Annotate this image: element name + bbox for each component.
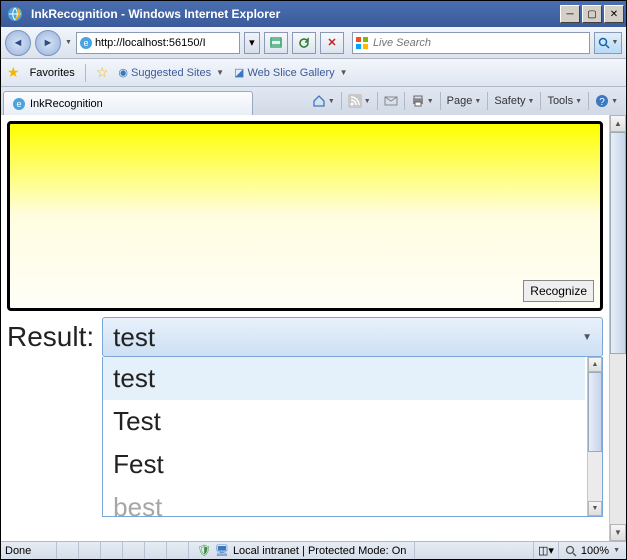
list-item[interactable]: test: [103, 357, 585, 400]
page-content: Recognize Result: test ▼ test Test Fest …: [1, 115, 609, 541]
result-listbox: test Test Fest best ▲ ▼: [102, 357, 603, 517]
tab-title: InkRecognition: [30, 98, 103, 110]
client-area: Recognize Result: test ▼ test Test Fest …: [1, 115, 626, 541]
minimize-button[interactable]: ─: [560, 5, 580, 23]
scroll-thumb[interactable]: [588, 372, 602, 452]
list-item[interactable]: Test: [103, 400, 585, 443]
rss-icon: [348, 94, 362, 108]
search-bar[interactable]: [352, 32, 590, 54]
svg-text:e: e: [83, 38, 88, 48]
list-item[interactable]: best: [103, 486, 585, 517]
back-button[interactable]: ◄: [5, 30, 31, 56]
status-bar: Done 🛡 🖥 Local intranet | Protected Mode…: [1, 541, 626, 559]
page-scrollbar[interactable]: ▲ ▼: [609, 115, 626, 541]
command-bar: ▼ ▼ ▼ Page▼ Safety▼ Tools▼ ?▼: [304, 87, 626, 115]
tab-icon: e: [12, 97, 26, 111]
globe-icon: 🖥: [215, 544, 229, 557]
ink-canvas[interactable]: Recognize: [7, 121, 603, 311]
address-bar[interactable]: e: [76, 32, 240, 54]
add-favorite-icon[interactable]: ☆: [96, 64, 109, 81]
help-icon: ?: [595, 94, 609, 108]
nav-bar: ◄ ► ▼ e ▾ ✕ ▼: [1, 27, 626, 59]
page-icon: e: [79, 36, 93, 50]
home-button[interactable]: ▼: [308, 90, 339, 112]
print-button[interactable]: ▼: [407, 90, 438, 112]
refresh-button[interactable]: [292, 32, 316, 54]
window-titlebar: InkRecognition - Windows Internet Explor…: [1, 1, 626, 27]
search-icon: [598, 37, 610, 49]
scroll-up-icon[interactable]: ▲: [610, 115, 626, 132]
nav-history-chevron[interactable]: ▼: [65, 39, 72, 46]
scroll-thumb[interactable]: [610, 132, 626, 354]
print-icon: [411, 94, 425, 108]
site-icon: ◉: [118, 66, 128, 79]
forward-button[interactable]: ►: [35, 30, 61, 56]
listbox-scrollbar[interactable]: ▲ ▼: [587, 357, 602, 516]
close-button[interactable]: ✕: [604, 5, 624, 23]
scroll-down-icon[interactable]: ▼: [588, 501, 602, 516]
svg-text:?: ?: [599, 97, 605, 108]
scroll-up-icon[interactable]: ▲: [588, 357, 602, 372]
recognize-button[interactable]: Recognize: [523, 280, 594, 302]
ie-icon: [7, 6, 23, 22]
security-zone[interactable]: 🛡 🖥 Local intranet | Protected Mode: On: [189, 542, 415, 559]
zoom-icon: [565, 545, 577, 557]
page-menu[interactable]: Page▼: [443, 90, 486, 112]
favorites-label[interactable]: Favorites: [30, 67, 75, 79]
favorites-star-icon[interactable]: ★: [7, 64, 20, 81]
svg-text:e: e: [16, 99, 21, 109]
mail-icon: [384, 95, 398, 107]
feeds-button[interactable]: ▼: [344, 90, 375, 112]
chevron-down-icon: ▼: [582, 332, 592, 343]
search-button[interactable]: ▼: [594, 32, 622, 54]
compat-icon: [269, 36, 283, 50]
webslice-link[interactable]: ◪Web Slice Gallery▼: [234, 66, 348, 79]
favorites-bar: ★ Favorites ☆ ◉Suggested Sites▼ ◪Web Sli…: [1, 59, 626, 87]
list-item[interactable]: Fest: [103, 443, 585, 486]
tab-bar: e InkRecognition ▼ ▼ ▼ Page▼ Safety▼ Too…: [1, 87, 626, 115]
search-input[interactable]: [373, 37, 587, 49]
shield-icon: 🛡: [197, 544, 211, 557]
popup-blocker[interactable]: ◫▾: [534, 542, 559, 559]
refresh-icon: [297, 36, 311, 50]
slice-icon: ◪: [234, 66, 244, 79]
browser-tab[interactable]: e InkRecognition: [3, 91, 253, 115]
address-dropdown[interactable]: ▾: [244, 32, 260, 54]
maximize-button[interactable]: ▢: [582, 5, 602, 23]
scroll-down-icon[interactable]: ▼: [610, 524, 626, 541]
safety-menu[interactable]: Safety▼: [490, 90, 538, 112]
combo-selected: test: [113, 322, 155, 353]
result-combobox[interactable]: test ▼: [102, 317, 603, 357]
home-icon: [312, 94, 326, 108]
zoom-control[interactable]: 100% ▼: [559, 545, 626, 557]
mail-button[interactable]: [380, 90, 402, 112]
separator: [85, 64, 86, 82]
address-input[interactable]: [95, 37, 237, 49]
help-button[interactable]: ?▼: [591, 90, 622, 112]
bing-icon: [355, 36, 369, 50]
window-title: InkRecognition - Windows Internet Explor…: [27, 7, 560, 21]
status-text: Done: [1, 542, 57, 559]
stop-button[interactable]: ✕: [320, 32, 344, 54]
result-label: Result:: [7, 317, 94, 353]
suggested-sites-link[interactable]: ◉Suggested Sites▼: [118, 66, 224, 79]
tools-menu[interactable]: Tools▼: [543, 90, 586, 112]
stop-icon: ✕: [327, 36, 336, 49]
compat-button[interactable]: [264, 32, 288, 54]
